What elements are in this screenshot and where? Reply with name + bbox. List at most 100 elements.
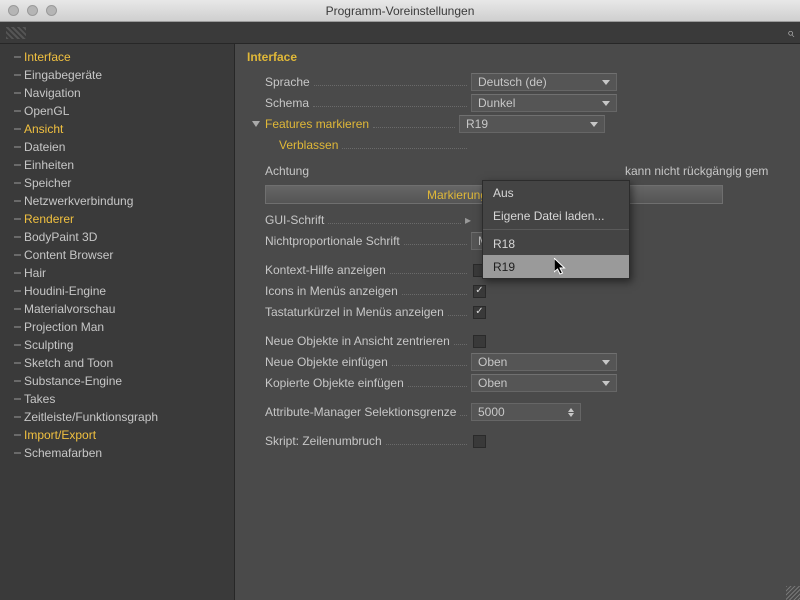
sidebar-item-label: Hair	[24, 266, 46, 280]
titlebar: Programm-Voreinstellungen	[0, 0, 800, 22]
disclosure-triangle-icon[interactable]	[252, 121, 260, 127]
label-attr-limit: Attribute-Manager Selektionsgrenze	[265, 405, 456, 419]
sidebar-item-label: Sketch and Toon	[24, 356, 113, 370]
select-scheme[interactable]: Dunkel	[471, 94, 617, 112]
checkbox-icons-menus[interactable]	[473, 285, 486, 298]
sidebar-item-label: Dateien	[24, 140, 65, 154]
sidebar-item-label: Projection Man	[24, 320, 104, 334]
sidebar-item[interactable]: Sketch and Toon	[0, 354, 234, 372]
row-center-new: Neue Objekte in Ansicht zentrieren	[245, 331, 790, 351]
window-title: Programm-Voreinstellungen	[0, 4, 800, 18]
sidebar-item-label: Schemafarben	[24, 446, 102, 460]
select-features[interactable]: R19	[459, 115, 605, 133]
row-insert-new: Neue Objekte einfügen Oben	[245, 352, 790, 372]
select-insert-new[interactable]: Oben	[471, 353, 617, 371]
label-mono-font: Nichtproportionale Schrift	[265, 234, 400, 248]
row-insert-copied: Kopierte Objekte einfügen Oben	[245, 373, 790, 393]
sidebar-item-label: Houdini-Engine	[24, 284, 106, 298]
sidebar-item-label: Ansicht	[24, 122, 63, 136]
features-dropdown[interactable]: AusEigene Datei laden... R18R19	[482, 180, 630, 279]
dropdown-item[interactable]: R19	[483, 255, 629, 278]
sidebar-item-label: Netzwerkverbindung	[24, 194, 133, 208]
sidebar-item[interactable]: Renderer	[0, 210, 234, 228]
row-attr-limit: Attribute-Manager Selektionsgrenze 5000	[245, 402, 790, 422]
row-language: Sprache Deutsch (de)	[245, 72, 790, 92]
label-icons-menus: Icons in Menüs anzeigen	[265, 284, 398, 298]
row-scheme: Schema Dunkel	[245, 93, 790, 113]
sidebar-item-label: Zeitleiste/Funktionsgraph	[24, 410, 158, 424]
label-features: Features markieren	[265, 117, 369, 131]
dropdown-item[interactable]: Eigene Datei laden...	[483, 204, 629, 227]
sidebar-item[interactable]: BodyPaint 3D	[0, 228, 234, 246]
sidebar-item-label: Materialvorschau	[24, 302, 115, 316]
chevron-down-icon	[602, 381, 610, 386]
sidebar-item-label: Substance-Engine	[24, 374, 122, 388]
label-shortcuts-menus: Tastaturkürzel in Menüs anzeigen	[265, 305, 444, 319]
label-fade: Verblassen	[279, 138, 338, 152]
label-script-wrap: Skript: Zeilenumbruch	[265, 434, 382, 448]
sidebar-item-label: Renderer	[24, 212, 74, 226]
chevron-down-icon	[602, 360, 610, 365]
toolbar: ⌕	[0, 22, 800, 44]
select-language[interactable]: Deutsch (de)	[471, 73, 617, 91]
sidebar-item-label: Sculpting	[24, 338, 73, 352]
dock-grip-icon[interactable]	[6, 27, 26, 39]
sidebar-item-label: Takes	[24, 392, 55, 406]
sidebar-item-label: Import/Export	[24, 428, 96, 442]
row-warning: Achtung kann nicht rückgängig gem	[245, 161, 790, 181]
sidebar-item-label: Navigation	[24, 86, 81, 100]
resize-grip-icon[interactable]	[786, 586, 800, 600]
sidebar-item[interactable]: Eingabegeräte	[0, 66, 234, 84]
sidebar-item[interactable]: Projection Man	[0, 318, 234, 336]
label-context-help: Kontext-Hilfe anzeigen	[265, 263, 386, 277]
dropdown-item[interactable]: R18	[483, 232, 629, 255]
label-insert-new: Neue Objekte einfügen	[265, 355, 388, 369]
sidebar-item[interactable]: Ansicht	[0, 120, 234, 138]
label-insert-copied: Kopierte Objekte einfügen	[265, 376, 404, 390]
sidebar-item[interactable]: Hair	[0, 264, 234, 282]
dropdown-item[interactable]: Aus	[483, 181, 629, 204]
sidebar-item[interactable]: Substance-Engine	[0, 372, 234, 390]
label-gui-font: GUI-Schrift	[265, 213, 324, 227]
search-icon[interactable]: ⌕	[787, 25, 794, 41]
chevron-down-icon	[590, 122, 598, 127]
sidebar-item[interactable]: Einheiten	[0, 156, 234, 174]
input-attr-limit[interactable]: 5000	[471, 403, 581, 421]
preferences-content: Interface Sprache Deutsch (de) Schema Du…	[235, 44, 800, 600]
checkbox-shortcuts-menus[interactable]	[473, 306, 486, 319]
sidebar-item-label: Einheiten	[24, 158, 74, 172]
sidebar-item-label: Speicher	[24, 176, 71, 190]
row-icons-menus: Icons in Menüs anzeigen	[245, 281, 790, 301]
row-fade: Verblassen	[245, 135, 790, 155]
chevron-down-icon	[602, 80, 610, 85]
sidebar-item[interactable]: Houdini-Engine	[0, 282, 234, 300]
panel-title: Interface	[245, 50, 790, 64]
sidebar-item[interactable]: Dateien	[0, 138, 234, 156]
row-features: Features markieren R19	[245, 114, 790, 134]
sidebar-item[interactable]: Zeitleiste/Funktionsgraph	[0, 408, 234, 426]
preferences-sidebar: Interface Eingabegeräte Navigation OpenGL An…	[0, 44, 235, 600]
sidebar-item[interactable]: Import/Export	[0, 426, 234, 444]
sidebar-item[interactable]: Interface	[0, 48, 234, 66]
select-insert-copied[interactable]: Oben	[471, 374, 617, 392]
row-shortcuts-menus: Tastaturkürzel in Menüs anzeigen	[245, 302, 790, 322]
sidebar-item[interactable]: Schemafarben	[0, 444, 234, 462]
sidebar-item[interactable]: Navigation	[0, 84, 234, 102]
sidebar-item[interactable]: Content Browser	[0, 246, 234, 264]
label-language: Sprache	[265, 75, 310, 89]
sidebar-item-label: OpenGL	[24, 104, 69, 118]
checkbox-center-new[interactable]	[473, 335, 486, 348]
sidebar-item-label: Content Browser	[24, 248, 113, 262]
sidebar-item-label: Interface	[24, 50, 71, 64]
sidebar-item[interactable]: Netzwerkverbindung	[0, 192, 234, 210]
sidebar-item[interactable]: Materialvorschau	[0, 300, 234, 318]
sidebar-item[interactable]: Sculpting	[0, 336, 234, 354]
checkbox-script-wrap[interactable]	[473, 435, 486, 448]
sidebar-item[interactable]: Takes	[0, 390, 234, 408]
chevron-down-icon	[602, 101, 610, 106]
sidebar-item[interactable]: Speicher	[0, 174, 234, 192]
label-warning: Achtung	[265, 164, 309, 178]
label-scheme: Schema	[265, 96, 309, 110]
main-area: Interface Eingabegeräte Navigation OpenGL An…	[0, 44, 800, 600]
sidebar-item[interactable]: OpenGL	[0, 102, 234, 120]
